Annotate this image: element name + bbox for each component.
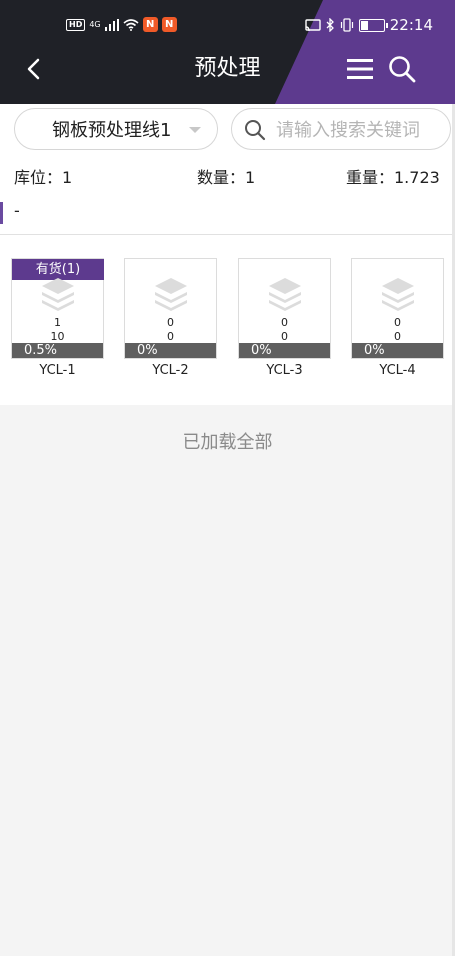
slot-card[interactable]: 0 0 0% YCL-4 (351, 258, 444, 378)
fill-percent: 0% (251, 343, 272, 358)
layers-icon (42, 278, 74, 311)
slot-name: YCL-2 (152, 363, 189, 378)
chevron-down-icon (189, 127, 201, 133)
search-box[interactable] (231, 108, 451, 150)
status-right: 22:14 (305, 16, 433, 34)
fill-bar: 0% (352, 343, 443, 358)
slot-name: YCL-1 (39, 363, 76, 378)
fill-bar: 0.5% (12, 343, 103, 358)
fill-bar: 0% (125, 343, 216, 358)
slot-value-1: 0 (394, 316, 401, 329)
bluetooth-icon (326, 18, 334, 32)
weight-total: 重量：1.723 (346, 168, 440, 187)
slot-box: 0 0 0% (124, 258, 217, 359)
app-header: HD 4G N N 22:14 预处理 (0, 0, 455, 104)
fill-percent: 0% (364, 343, 385, 358)
slot-value-1: 0 (167, 316, 174, 329)
group-marker (0, 202, 3, 224)
status-bar: HD 4G N N 22:14 (0, 0, 455, 50)
battery-icon (358, 18, 388, 32)
slot-box: 0 0 0% (351, 258, 444, 359)
search-icon[interactable] (388, 55, 416, 83)
load-complete-text: 已加载全部 (182, 432, 273, 453)
menu-icon[interactable] (347, 58, 373, 80)
summary-bar: 库位：1 数量：1 重量：1.723 (0, 158, 455, 192)
fill-percent: 0% (137, 343, 158, 358)
line-selector[interactable]: 钢板预处理线1 (14, 108, 218, 150)
cast-icon (305, 18, 321, 31)
slot-card[interactable]: 有货(1) 1 10 0.5% YCL-1 (11, 258, 104, 378)
location-count: 库位：1 (14, 168, 73, 187)
group-label: - (14, 201, 20, 220)
slot-name: YCL-4 (379, 363, 416, 378)
slot-value-2: 0 (167, 330, 174, 343)
slot-grid: 有货(1) 1 10 0.5% YCL-1 0 0 0% YCL-2 0 0 0… (0, 235, 455, 405)
group-header: - (0, 192, 455, 234)
slot-box: 有货(1) 1 10 0.5% (11, 258, 104, 359)
slot-value-2: 0 (394, 330, 401, 343)
slot-card[interactable]: 0 0 0% YCL-3 (238, 258, 331, 378)
wifi-icon (123, 18, 139, 31)
network-type: 4G (89, 19, 101, 29)
signal-icon (104, 18, 119, 31)
slot-value-1: 0 (281, 316, 288, 329)
vibrate-icon (340, 18, 353, 32)
slot-value-2: 10 (50, 330, 65, 343)
slot-name: YCL-3 (266, 363, 303, 378)
layers-icon (155, 278, 187, 311)
search-input[interactable] (274, 113, 450, 147)
slot-card[interactable]: 0 0 0% YCL-2 (124, 258, 217, 378)
quantity-count: 数量：1 (197, 168, 256, 187)
layers-icon (269, 278, 301, 311)
layers-icon (382, 278, 414, 311)
fill-bar: 0% (239, 343, 330, 358)
hd-icon: HD (66, 18, 86, 31)
app-notification-icon-2: N (161, 17, 177, 32)
app-notification-icon: N (142, 17, 158, 32)
page-title: 预处理 (194, 56, 261, 81)
fill-percent: 0.5% (24, 343, 58, 358)
clock: 22:14 (389, 16, 433, 34)
slot-value-1: 1 (54, 316, 61, 329)
status-left: HD 4G N N (66, 17, 177, 32)
search-field-icon (245, 120, 266, 141)
filter-row: 钢板预处理线1 (0, 104, 455, 158)
slot-value-2: 0 (281, 330, 288, 343)
line-selector-value: 钢板预处理线1 (52, 120, 172, 141)
slot-box: 0 0 0% (238, 258, 331, 359)
